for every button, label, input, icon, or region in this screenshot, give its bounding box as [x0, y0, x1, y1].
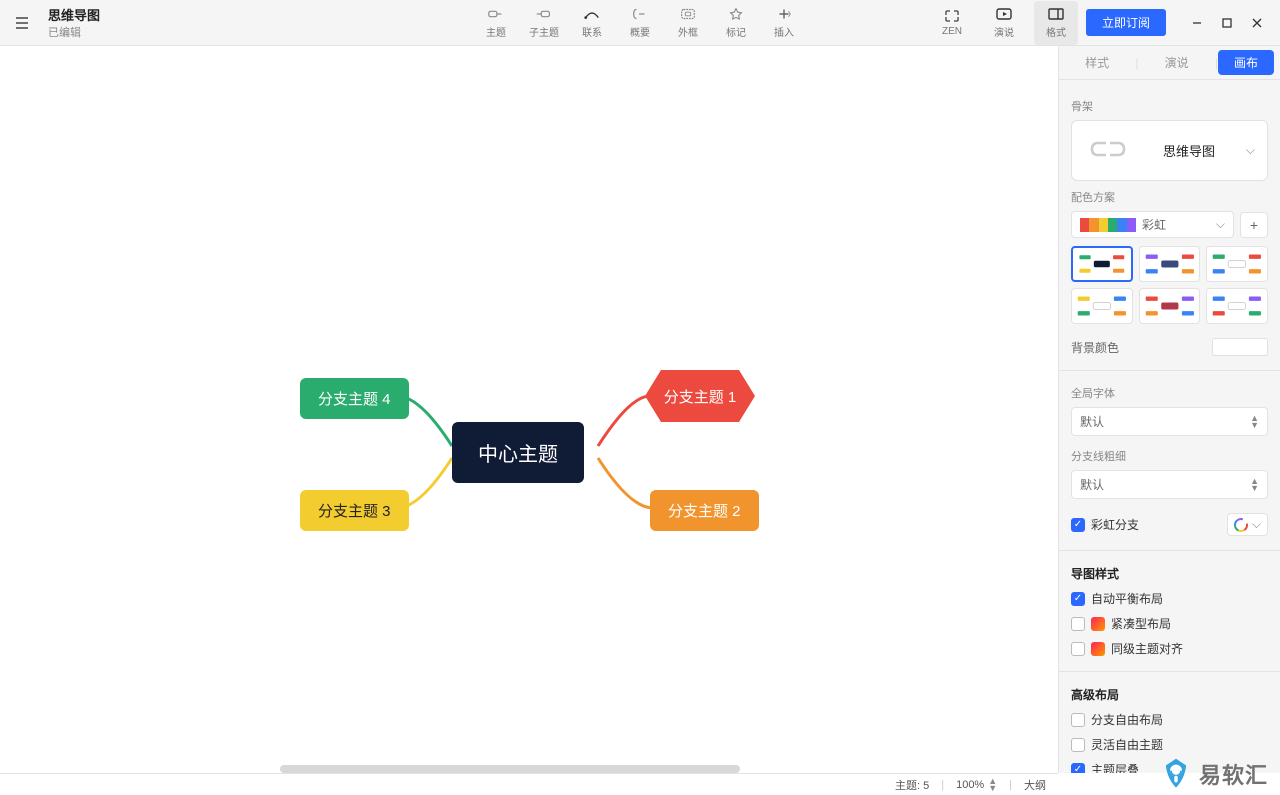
- rainbow-branch-checkbox[interactable]: [1071, 518, 1085, 532]
- center-topic-node[interactable]: 中心主题: [452, 422, 584, 483]
- format-button[interactable]: 格式: [1034, 1, 1078, 45]
- topic-count-label: 主题: 5: [895, 777, 929, 793]
- boundary-button[interactable]: 外框: [664, 1, 712, 45]
- insert-button[interactable]: 插入: [760, 1, 808, 45]
- sibling-align-checkbox[interactable]: [1071, 642, 1085, 656]
- chevron-down-icon: ⌵: [1246, 143, 1255, 158]
- titlebar: 思维导图 已编辑 主题 子主题 联系 概要 外框 标记 插入: [0, 0, 1280, 46]
- topic-button[interactable]: 主题: [472, 1, 520, 45]
- document-status: 已编辑: [48, 24, 100, 40]
- menu-button[interactable]: [8, 9, 36, 37]
- status-bar: 主题: 5 | 100% ▲▼ | 大纲: [0, 773, 1058, 795]
- summary-button[interactable]: 概要: [616, 1, 664, 45]
- font-label: 全局字体: [1071, 385, 1268, 401]
- premium-badge-icon: [1091, 642, 1105, 656]
- tab-canvas[interactable]: 画布: [1218, 50, 1274, 75]
- mindmap-canvas[interactable]: 中心主题 分支主题 1 分支主题 2 分支主题 3 分支主题 4: [0, 46, 1058, 773]
- theme-variant-1[interactable]: [1071, 246, 1133, 282]
- minimize-button[interactable]: [1182, 8, 1212, 38]
- outline-button[interactable]: 大纲: [1024, 777, 1046, 793]
- linewidth-label: 分支线粗细: [1071, 448, 1268, 464]
- zen-button[interactable]: ZEN: [930, 1, 974, 45]
- branch-topic-4-node[interactable]: 分支主题 4: [300, 378, 409, 419]
- tab-present[interactable]: 演说: [1139, 48, 1215, 77]
- tab-style[interactable]: 样式: [1059, 48, 1135, 77]
- branch-topic-1-node[interactable]: 分支主题 1: [645, 370, 755, 425]
- theme-variant-grid: [1071, 246, 1268, 324]
- chevron-down-icon: ⌵: [1216, 217, 1225, 232]
- theme-variant-2[interactable]: [1139, 246, 1201, 282]
- scheme-label: 配色方案: [1071, 189, 1268, 205]
- window-controls: [1182, 8, 1272, 38]
- bg-color-picker[interactable]: [1212, 338, 1268, 356]
- compact-layout-checkbox[interactable]: [1071, 617, 1085, 631]
- theme-variant-6[interactable]: [1206, 288, 1268, 324]
- bg-color-label: 背景颜色: [1071, 339, 1119, 356]
- toolbar-right: ZEN 演说 格式 立即订阅: [930, 1, 1272, 45]
- stepper-icon: ▲▼: [1250, 478, 1259, 492]
- chevron-down-icon: ⌵: [1252, 517, 1261, 532]
- watermark-logo-icon: [1159, 757, 1193, 791]
- global-font-select[interactable]: 默认 ▲▼: [1071, 407, 1268, 436]
- rainbow-color-button[interactable]: ⌵: [1227, 513, 1268, 536]
- advanced-layout-heading: 高级布局: [1071, 686, 1268, 703]
- auto-balance-checkbox[interactable]: [1071, 592, 1085, 606]
- panel-tabs: 样式 | 演说 | 画布: [1059, 46, 1280, 80]
- canvas-horizontal-scrollbar[interactable]: [280, 765, 740, 773]
- flex-topic-checkbox[interactable]: [1071, 738, 1085, 752]
- topic-overlap-checkbox[interactable]: [1071, 763, 1085, 774]
- branch-topic-2-node[interactable]: 分支主题 2: [650, 490, 759, 531]
- stepper-icon: ▲▼: [1250, 415, 1259, 429]
- main-area: 中心主题 分支主题 1 分支主题 2 分支主题 3 分支主题 4 样式 | 演说…: [0, 46, 1280, 773]
- color-scheme-select[interactable]: 彩虹 ⌵: [1071, 211, 1234, 238]
- format-panel: 样式 | 演说 | 画布 骨架 思维导图 ⌵ 配色方案 彩虹: [1058, 46, 1280, 773]
- theme-variant-5[interactable]: [1139, 288, 1201, 324]
- rainbow-swatch-icon: [1080, 218, 1136, 232]
- present-button[interactable]: 演说: [982, 1, 1026, 45]
- zoom-control[interactable]: 100% ▲▼: [956, 778, 997, 792]
- skeleton-select[interactable]: 思维导图 ⌵: [1071, 120, 1268, 181]
- close-button[interactable]: [1242, 8, 1272, 38]
- maximize-button[interactable]: [1212, 8, 1242, 38]
- theme-variant-4[interactable]: [1071, 288, 1133, 324]
- stepper-icon: ▲▼: [988, 778, 997, 792]
- document-title: 思维导图: [48, 5, 100, 24]
- marker-button[interactable]: 标记: [712, 1, 760, 45]
- branch-linewidth-select[interactable]: 默认 ▲▼: [1071, 470, 1268, 499]
- relationship-button[interactable]: 联系: [568, 1, 616, 45]
- add-scheme-button[interactable]: +: [1240, 212, 1268, 238]
- document-title-block: 思维导图 已编辑: [48, 5, 100, 40]
- map-style-heading: 导图样式: [1071, 565, 1268, 582]
- skeleton-thumb-icon: [1084, 135, 1132, 166]
- watermark-text: 易软汇: [1199, 758, 1268, 790]
- panel-body: 骨架 思维导图 ⌵ 配色方案 彩虹 ⌵ +: [1059, 80, 1280, 773]
- subtopic-button[interactable]: 子主题: [520, 1, 568, 45]
- premium-badge-icon: [1091, 617, 1105, 631]
- branch-free-checkbox[interactable]: [1071, 713, 1085, 727]
- subscribe-button[interactable]: 立即订阅: [1086, 9, 1166, 36]
- branch-topic-3-node[interactable]: 分支主题 3: [300, 490, 409, 531]
- watermark: 易软汇: [1159, 757, 1268, 791]
- theme-variant-3[interactable]: [1206, 246, 1268, 282]
- toolbar-center: 主题 子主题 联系 概要 外框 标记 插入: [472, 1, 808, 45]
- skeleton-label: 骨架: [1071, 98, 1268, 114]
